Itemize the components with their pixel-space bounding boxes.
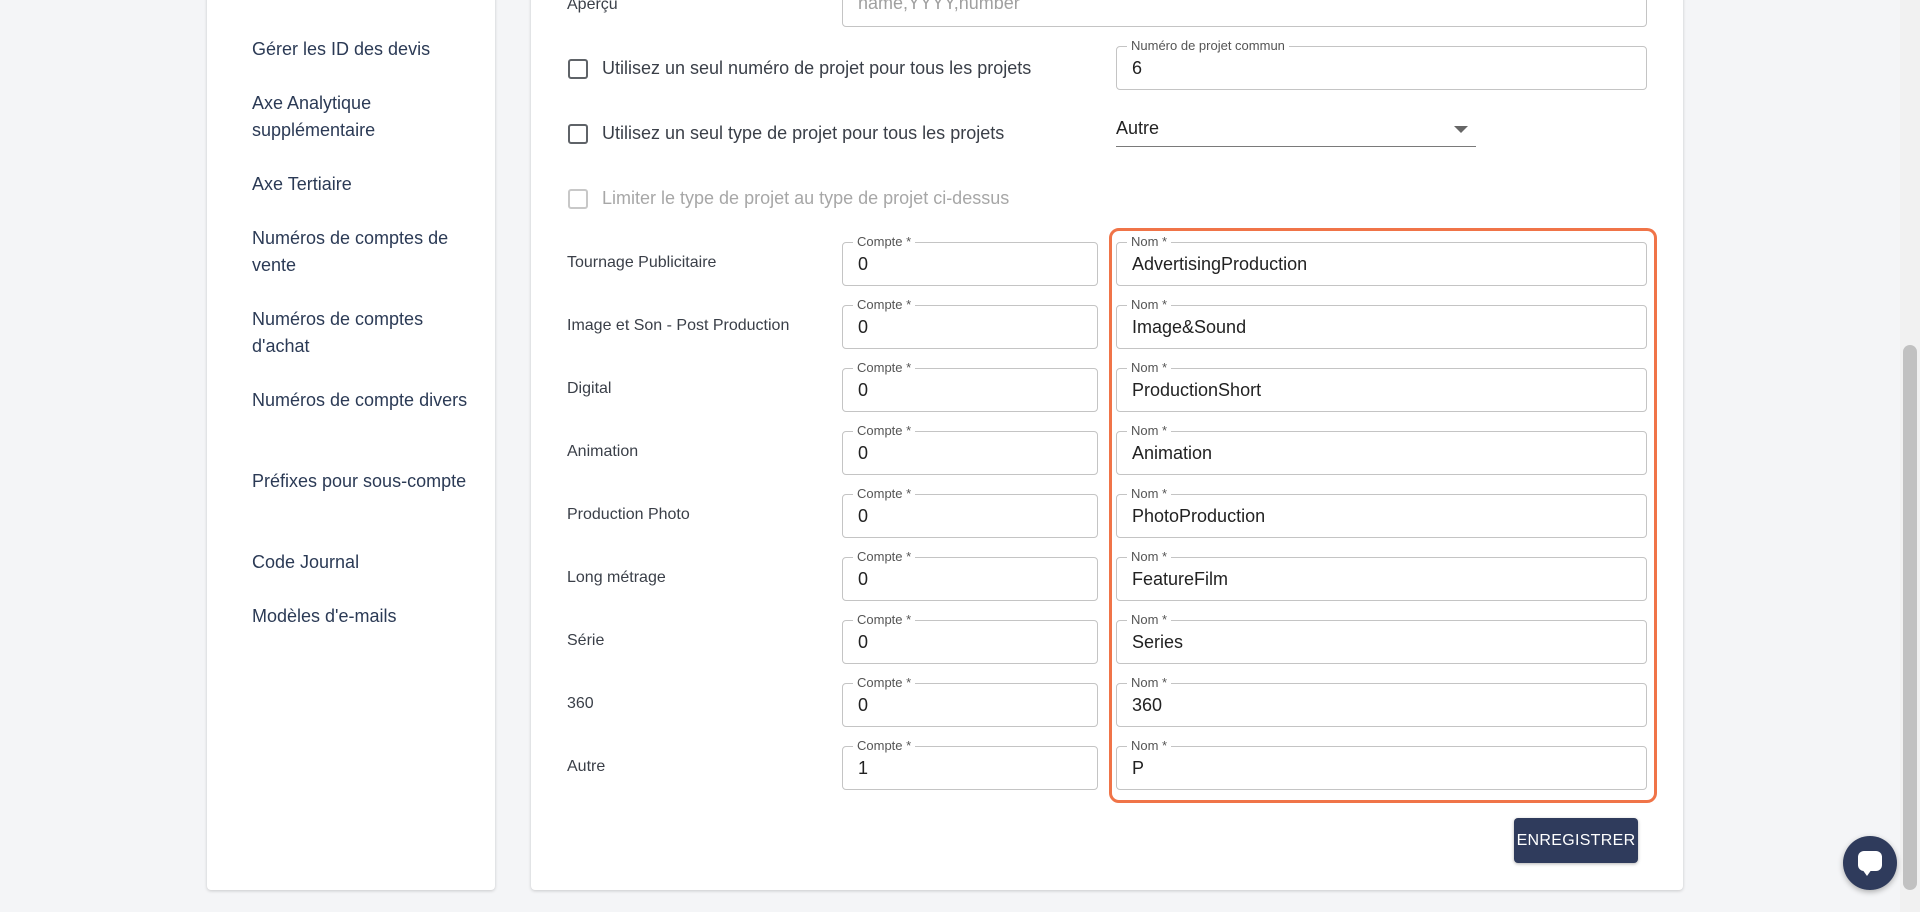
compte-input[interactable]	[858, 621, 1087, 663]
sidebar-item-sales-accounts[interactable]: Numéros de comptes de vente	[252, 225, 472, 279]
nom-input[interactable]	[1132, 747, 1636, 789]
compte-field[interactable]: Compte *	[842, 486, 1098, 538]
limit-type-checkbox[interactable]	[568, 189, 588, 209]
nom-input[interactable]	[1132, 306, 1636, 348]
nom-field[interactable]: Nom *	[1116, 423, 1647, 475]
nom-input[interactable]	[1132, 621, 1636, 663]
save-button[interactable]: ENREGISTRER	[1514, 818, 1638, 863]
sidebar-item-subaccount-prefixes[interactable]: Préfixes pour sous-compte	[252, 468, 472, 495]
sidebar-item-analytic-axis[interactable]: Axe Analytique supplémentaire	[252, 90, 472, 144]
project-type-label: Tournage Publicitaire	[567, 254, 717, 271]
compte-input[interactable]	[858, 369, 1087, 411]
nom-input[interactable]	[1132, 684, 1636, 726]
compte-field[interactable]: Compte *	[842, 675, 1098, 727]
single-number-checkbox[interactable]	[568, 59, 588, 79]
nom-input[interactable]	[1132, 432, 1636, 474]
compte-input[interactable]	[858, 684, 1087, 726]
sidebar-item-tertiary-axis[interactable]: Axe Tertiaire	[252, 171, 472, 198]
nom-field[interactable]: Nom *	[1116, 675, 1647, 727]
compte-field[interactable]: Compte *	[842, 297, 1098, 349]
compte-field[interactable]: Compte *	[842, 234, 1098, 286]
common-project-number-input[interactable]	[1132, 47, 1636, 89]
sidebar-item-purchase-accounts[interactable]: Numéros de comptes d'achat	[252, 306, 472, 360]
page-scrollbar[interactable]	[1900, 0, 1920, 912]
compte-field[interactable]: Compte *	[842, 612, 1098, 664]
compte-field[interactable]: Compte *	[842, 423, 1098, 475]
nom-field[interactable]: Nom *	[1116, 234, 1647, 286]
project-type-selected: Autre	[1116, 118, 1160, 138]
project-type-label: Image et Son - Post Production	[567, 317, 790, 334]
nom-input[interactable]	[1132, 558, 1636, 600]
preview-field[interactable]	[842, 0, 1647, 27]
sidebar-item-misc-accounts[interactable]: Numéros de compte divers	[252, 387, 472, 414]
nom-field[interactable]: Nom *	[1116, 549, 1647, 601]
nom-field[interactable]: Nom *	[1116, 738, 1647, 790]
settings-sidebar: Gérer les ID des devis Axe Analytique su…	[207, 0, 495, 890]
nom-field[interactable]: Nom *	[1116, 486, 1647, 538]
preview-label: Aperçu	[567, 0, 618, 13]
chat-button[interactable]	[1843, 836, 1897, 890]
compte-input[interactable]	[858, 432, 1087, 474]
limit-type-label: Limiter le type de projet au type de pro…	[602, 188, 1010, 208]
sidebar-item-journal-code[interactable]: Code Journal	[252, 549, 472, 576]
compte-field[interactable]: Compte *	[842, 738, 1098, 790]
project-type-label: Production Photo	[567, 506, 690, 523]
nom-field[interactable]: Nom *	[1116, 612, 1647, 664]
compte-field[interactable]: Compte *	[842, 549, 1098, 601]
nom-input[interactable]	[1132, 369, 1636, 411]
project-type-label: Digital	[567, 380, 612, 397]
project-type-label: Autre	[567, 758, 606, 775]
single-number-label: Utilisez un seul numéro de projet pour t…	[602, 58, 1032, 78]
chevron-down-icon	[1454, 126, 1468, 133]
single-type-label: Utilisez un seul type de projet pour tou…	[602, 123, 1005, 143]
project-type-label: Animation	[567, 443, 639, 460]
project-type-label: Long métrage	[567, 569, 666, 586]
scrollbar-thumb[interactable]	[1903, 345, 1917, 890]
preview-input[interactable]	[858, 0, 1636, 26]
compte-input[interactable]	[858, 495, 1087, 537]
nom-input[interactable]	[1132, 243, 1636, 285]
common-project-number-field[interactable]: Numéro de projet commun	[1116, 38, 1647, 90]
compte-input[interactable]	[858, 747, 1087, 789]
nom-input[interactable]	[1132, 495, 1636, 537]
compte-input[interactable]	[858, 558, 1087, 600]
nom-field[interactable]: Nom *	[1116, 297, 1647, 349]
compte-input[interactable]	[858, 243, 1087, 285]
nom-field[interactable]: Nom *	[1116, 360, 1647, 412]
project-type-label: Série	[567, 632, 605, 649]
single-type-checkbox[interactable]	[568, 124, 588, 144]
compte-input[interactable]	[858, 306, 1087, 348]
project-type-label: 360	[567, 695, 594, 712]
sidebar-item-quote-ids[interactable]: Gérer les ID des devis	[252, 36, 472, 63]
compte-field[interactable]: Compte *	[842, 360, 1098, 412]
chat-bubble-icon	[1858, 851, 1882, 871]
project-type-select[interactable]: Autre	[1116, 110, 1476, 147]
sidebar-item-email-templates[interactable]: Modèles d'e-mails	[252, 603, 472, 630]
